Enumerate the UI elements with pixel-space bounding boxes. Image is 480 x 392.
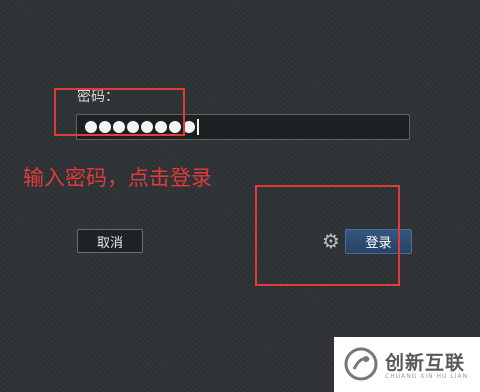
instruction-text: 输入密码，点击登录 (23, 166, 212, 190)
watermark-name: 创新互联 (385, 352, 466, 374)
watermark-subtitle: CHUANG XIN HU LIAN (385, 373, 469, 380)
login-highlight-box (255, 185, 400, 286)
watermark-logo-block: 创新互联 CHUANG XIN HU LIAN (334, 337, 480, 392)
password-highlight-box (54, 88, 185, 136)
cancel-button[interactable]: 取消 (77, 229, 143, 253)
watermark-logo-icon (344, 347, 378, 381)
text-cursor (197, 119, 199, 135)
